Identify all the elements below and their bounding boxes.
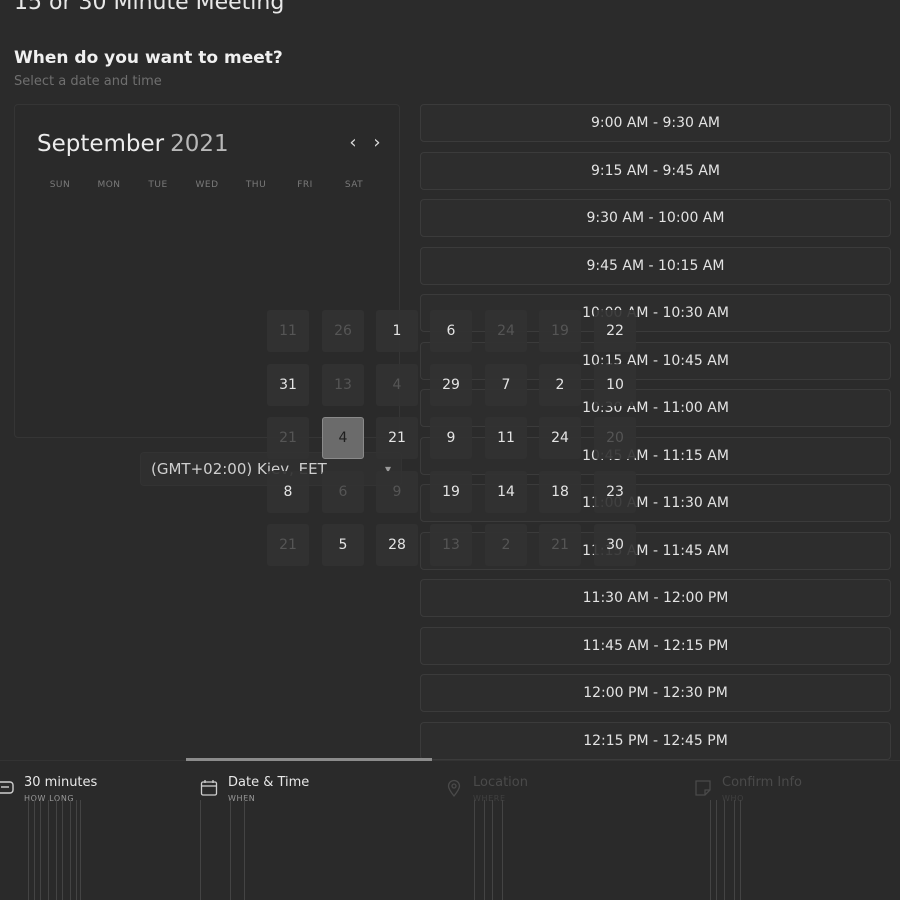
month-name: September [37,131,165,157]
calendar-day[interactable]: 11 [485,417,527,459]
weekday-sun: SUN [49,180,71,190]
calendar-day[interactable]: 6 [430,310,472,352]
next-month-button[interactable]: › [367,131,387,155]
calendar-day[interactable]: 28 [376,524,418,566]
prev-month-button[interactable]: ‹ [343,131,363,155]
meeting-title: 15 or 30 Minute Meeting [14,0,285,15]
calendar-day[interactable]: 31 [267,364,309,406]
page-question: When do you want to meet? [14,48,283,68]
step-sub: WHEN [228,794,256,803]
calendar-day[interactable]: 1 [376,310,418,352]
time-slot[interactable]: 11:45 AM - 12:15 PM [420,627,891,665]
chevron-left-icon: ‹ [349,132,357,153]
calendar-day[interactable]: 14 [485,471,527,513]
calendar-day[interactable]: 9 [376,471,418,513]
time-slot[interactable]: 9:15 AM - 9:45 AM [420,152,891,190]
calendar-day[interactable]: 5 [322,524,364,566]
page-subtitle: Select a date and time [14,74,162,89]
weekday-mon: MON [97,180,121,190]
step-label: Confirm Info [722,775,802,790]
time-slot[interactable]: 9:45 AM - 10:15 AM [420,247,891,285]
calendar-day[interactable]: 8 [267,471,309,513]
step-label: Location [473,775,528,790]
step-sub: WHERE [473,794,506,803]
chevron-right-icon: › [373,132,381,153]
weekday-tue: TUE [148,180,168,190]
scheduler-page: 15 or 30 Minute Meeting When do you want… [0,0,900,900]
calendar-day[interactable]: 9 [430,417,472,459]
active-step-indicator [186,758,432,761]
time-slot[interactable]: 11:30 AM - 12:00 PM [420,579,891,617]
calendar-day[interactable]: 19 [539,310,581,352]
calendar-day[interactable]: 21 [376,417,418,459]
calendar-day[interactable]: 19 [430,471,472,513]
calendar-day[interactable]: 13 [430,524,472,566]
weekday-thu: THU [245,180,267,190]
weekday-fri: FRI [297,180,313,190]
calendar-day[interactable]: 21 [267,417,309,459]
step-bar: 30 minutes HOW LONG Date & Time WHEN Loc… [0,760,900,900]
calendar-day[interactable]: 13 [322,364,364,406]
location-pin-icon [447,779,461,797]
calendar-day[interactable]: 2 [539,364,581,406]
note-icon [695,780,711,796]
time-slot[interactable]: 12:00 PM - 12:30 PM [420,674,891,712]
calendar-day[interactable]: 21 [539,524,581,566]
month-label: September 2021 [37,131,229,157]
calendar-day[interactable]: 26 [322,310,364,352]
calendar-day[interactable]: 23 [594,471,636,513]
duration-icon [0,781,14,794]
calendar-icon [200,780,218,796]
calendar-day[interactable]: 2 [485,524,527,566]
calendar-day[interactable]: 20 [594,417,636,459]
calendar-day[interactable]: 11 [267,310,309,352]
time-slot[interactable]: 9:30 AM - 10:00 AM [420,199,891,237]
weekday-sat: SAT [344,180,364,190]
calendar-day[interactable]: 7 [485,364,527,406]
step-sub: HOW LONG [24,794,75,803]
time-slot[interactable]: 9:00 AM - 9:30 AM [420,104,891,142]
calendar-day-selected[interactable]: 4 [322,417,364,459]
calendar-day[interactable]: 22 [594,310,636,352]
step-label: Date & Time [228,775,310,790]
calendar-day[interactable]: 18 [539,471,581,513]
calendar-day[interactable]: 21 [267,524,309,566]
calendar-day[interactable]: 4 [376,364,418,406]
month-year: 2021 [170,131,229,157]
calendar-day[interactable]: 24 [539,417,581,459]
step-label: 30 minutes [24,775,98,790]
time-slot[interactable]: 12:15 PM - 12:45 PM [420,722,891,760]
calendar-day[interactable]: 10 [594,364,636,406]
calendar-day[interactable]: 6 [322,471,364,513]
calendar-day[interactable]: 24 [485,310,527,352]
weekday-wed: WED [195,180,219,190]
calendar-day[interactable]: 30 [594,524,636,566]
calendar-day[interactable]: 29 [430,364,472,406]
